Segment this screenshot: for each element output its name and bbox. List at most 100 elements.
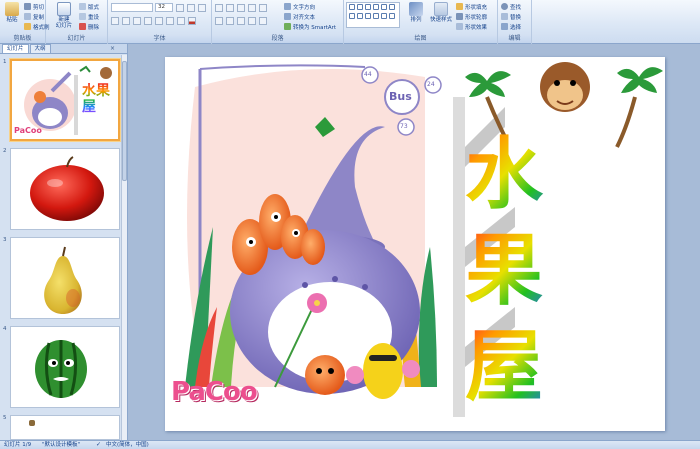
align-text-icon [284,13,291,20]
font-group-label: 字体 [108,35,211,43]
shape-effects-button[interactable]: 形状效果 [456,22,487,31]
slide-thumbnail-1[interactable]: PaCoo 水果屋 [10,59,120,141]
slide-illustration [185,62,663,417]
font-size-combo[interactable]: 32 [155,3,173,12]
paste-label: 粘贴 [6,17,18,23]
decrease-indent-icon[interactable] [237,3,245,12]
shrink-font-icon[interactable] [187,3,195,12]
font-style-tools [111,16,197,25]
spacing-icon[interactable] [166,16,174,25]
quick-styles-button[interactable]: 快速样式 [428,2,454,30]
select-label: 选择 [510,24,522,31]
thumbnail-title: 水果屋 [82,83,116,115]
find-label: 查找 [510,4,522,11]
shape-outline-button[interactable]: 形状轮廓 [456,12,487,21]
slide-thumbnail-5[interactable] [10,415,120,440]
delete-slide-button[interactable]: 删除 [79,22,99,31]
columns-icon[interactable] [259,16,267,25]
select-button[interactable]: 选择 [501,22,521,31]
bold-icon[interactable] [111,16,119,25]
tab-outline[interactable]: 大纲 [29,44,51,53]
number-badge: 73 [400,123,408,130]
align-tools [215,16,268,25]
arrange-icon [409,2,423,16]
scissors-icon [24,3,31,10]
shadow-icon[interactable] [155,16,163,25]
drawing-group-label: 绘图 [344,35,497,43]
watermelon-image [35,340,87,398]
font-color-icon[interactable] [188,16,196,25]
paragraph-group-label: 段落 [212,35,343,43]
bullets-icon[interactable] [215,3,223,12]
apple-image [30,156,104,221]
svg-text:PaCoo: PaCoo [14,126,42,135]
clipboard-group-label: 剪贴板 [0,35,45,43]
text-direction-icon [284,3,291,10]
layout-label: 版式 [88,4,100,11]
monkey-icon [540,62,590,112]
brand-logo: PaCoo [171,377,258,407]
thumbnail-scrollbar[interactable] [121,55,127,440]
arrange-button[interactable]: 排列 [406,2,426,30]
shapes-gallery[interactable] [346,2,400,28]
font-name-combo[interactable] [111,3,153,12]
italic-icon[interactable] [122,16,130,25]
theme-name: "默认设计模板" [42,442,81,448]
editing-group-label: 编辑 [498,35,531,43]
slide-thumbnail-2[interactable] [10,148,120,230]
shape-fill-button[interactable]: 形状填充 [456,2,487,11]
thumbnail-number: 5 [3,415,7,421]
change-case-icon[interactable] [177,16,185,25]
slide-thumbnail-4[interactable] [10,326,120,408]
replace-icon [501,13,508,20]
paragraph-group: 文字方向 对齐文本 转换为 SmartArt 段落 [212,0,344,44]
align-text-label: 对齐文本 [293,14,316,21]
bus-badge-text: Bus [389,90,412,103]
grow-font-icon[interactable] [176,3,184,12]
slide-editing-area: Bus 44 24 73 PaCoo 水 果 屋 [128,44,700,440]
layout-icon [79,3,86,10]
quick-styles-icon [434,2,448,16]
status-bar: 幻灯片 1/9 "默认设计模板" ✓ 中文(简体，中国) [0,440,700,449]
drawing-group: 排列 快速样式 形状填充 形状轮廓 形状效果 绘图 [344,0,498,44]
find-button[interactable]: 查找 [501,2,521,11]
new-slide-button[interactable]: 新建 幻灯片 [52,2,76,30]
strikethrough-icon[interactable] [144,16,152,25]
increase-indent-icon[interactable] [248,3,256,12]
numbering-icon[interactable] [226,3,234,12]
copy-button[interactable]: 复制 [24,12,44,21]
slide-thumbnail-list: 1 PaCoo 水果屋 2 3 4 5 [0,55,122,440]
cut-button[interactable]: 剪切 [24,2,44,11]
clear-format-icon[interactable] [198,3,206,12]
language-indicator[interactable]: 中文(简体，中国) [106,441,149,449]
slide-title[interactable]: 水 果 屋 [465,127,585,415]
slides-panel: 幻灯片 大纲 × 1 PaCoo 水果屋 2 3 4 5 [0,44,128,440]
replace-button[interactable]: 替换 [501,12,521,21]
brush-icon [24,23,31,30]
line-spacing-icon[interactable] [259,3,267,12]
list-tools [215,3,268,12]
smartart-button[interactable]: 转换为 SmartArt [284,22,336,31]
shape-fill-label: 形状填充 [465,4,488,11]
close-icon[interactable]: × [110,45,115,52]
number-badge: 24 [427,81,435,88]
layout-button[interactable]: 版式 [79,2,99,11]
find-icon [501,3,508,10]
reset-button[interactable]: 重设 [79,12,99,21]
align-right-icon[interactable] [237,16,245,25]
underline-icon[interactable] [133,16,141,25]
align-left-icon[interactable] [215,16,223,25]
align-text-button[interactable]: 对齐文本 [284,12,315,21]
scrollbar-thumb[interactable] [122,61,127,181]
delete-label: 删除 [88,24,100,31]
spellcheck-icon[interactable]: ✓ [96,441,101,449]
shape-outline-label: 形状轮廓 [465,14,488,21]
panel-tabs: 幻灯片 大纲 [0,44,127,54]
slide-thumbnail-3[interactable] [10,237,120,319]
text-direction-button[interactable]: 文字方向 [284,2,315,11]
slide-canvas[interactable]: Bus 44 24 73 PaCoo 水 果 屋 [165,57,665,431]
align-center-icon[interactable] [226,16,234,25]
tab-slides[interactable]: 幻灯片 [2,44,29,53]
paste-button[interactable]: 粘贴 [2,2,22,30]
justify-icon[interactable] [248,16,256,25]
